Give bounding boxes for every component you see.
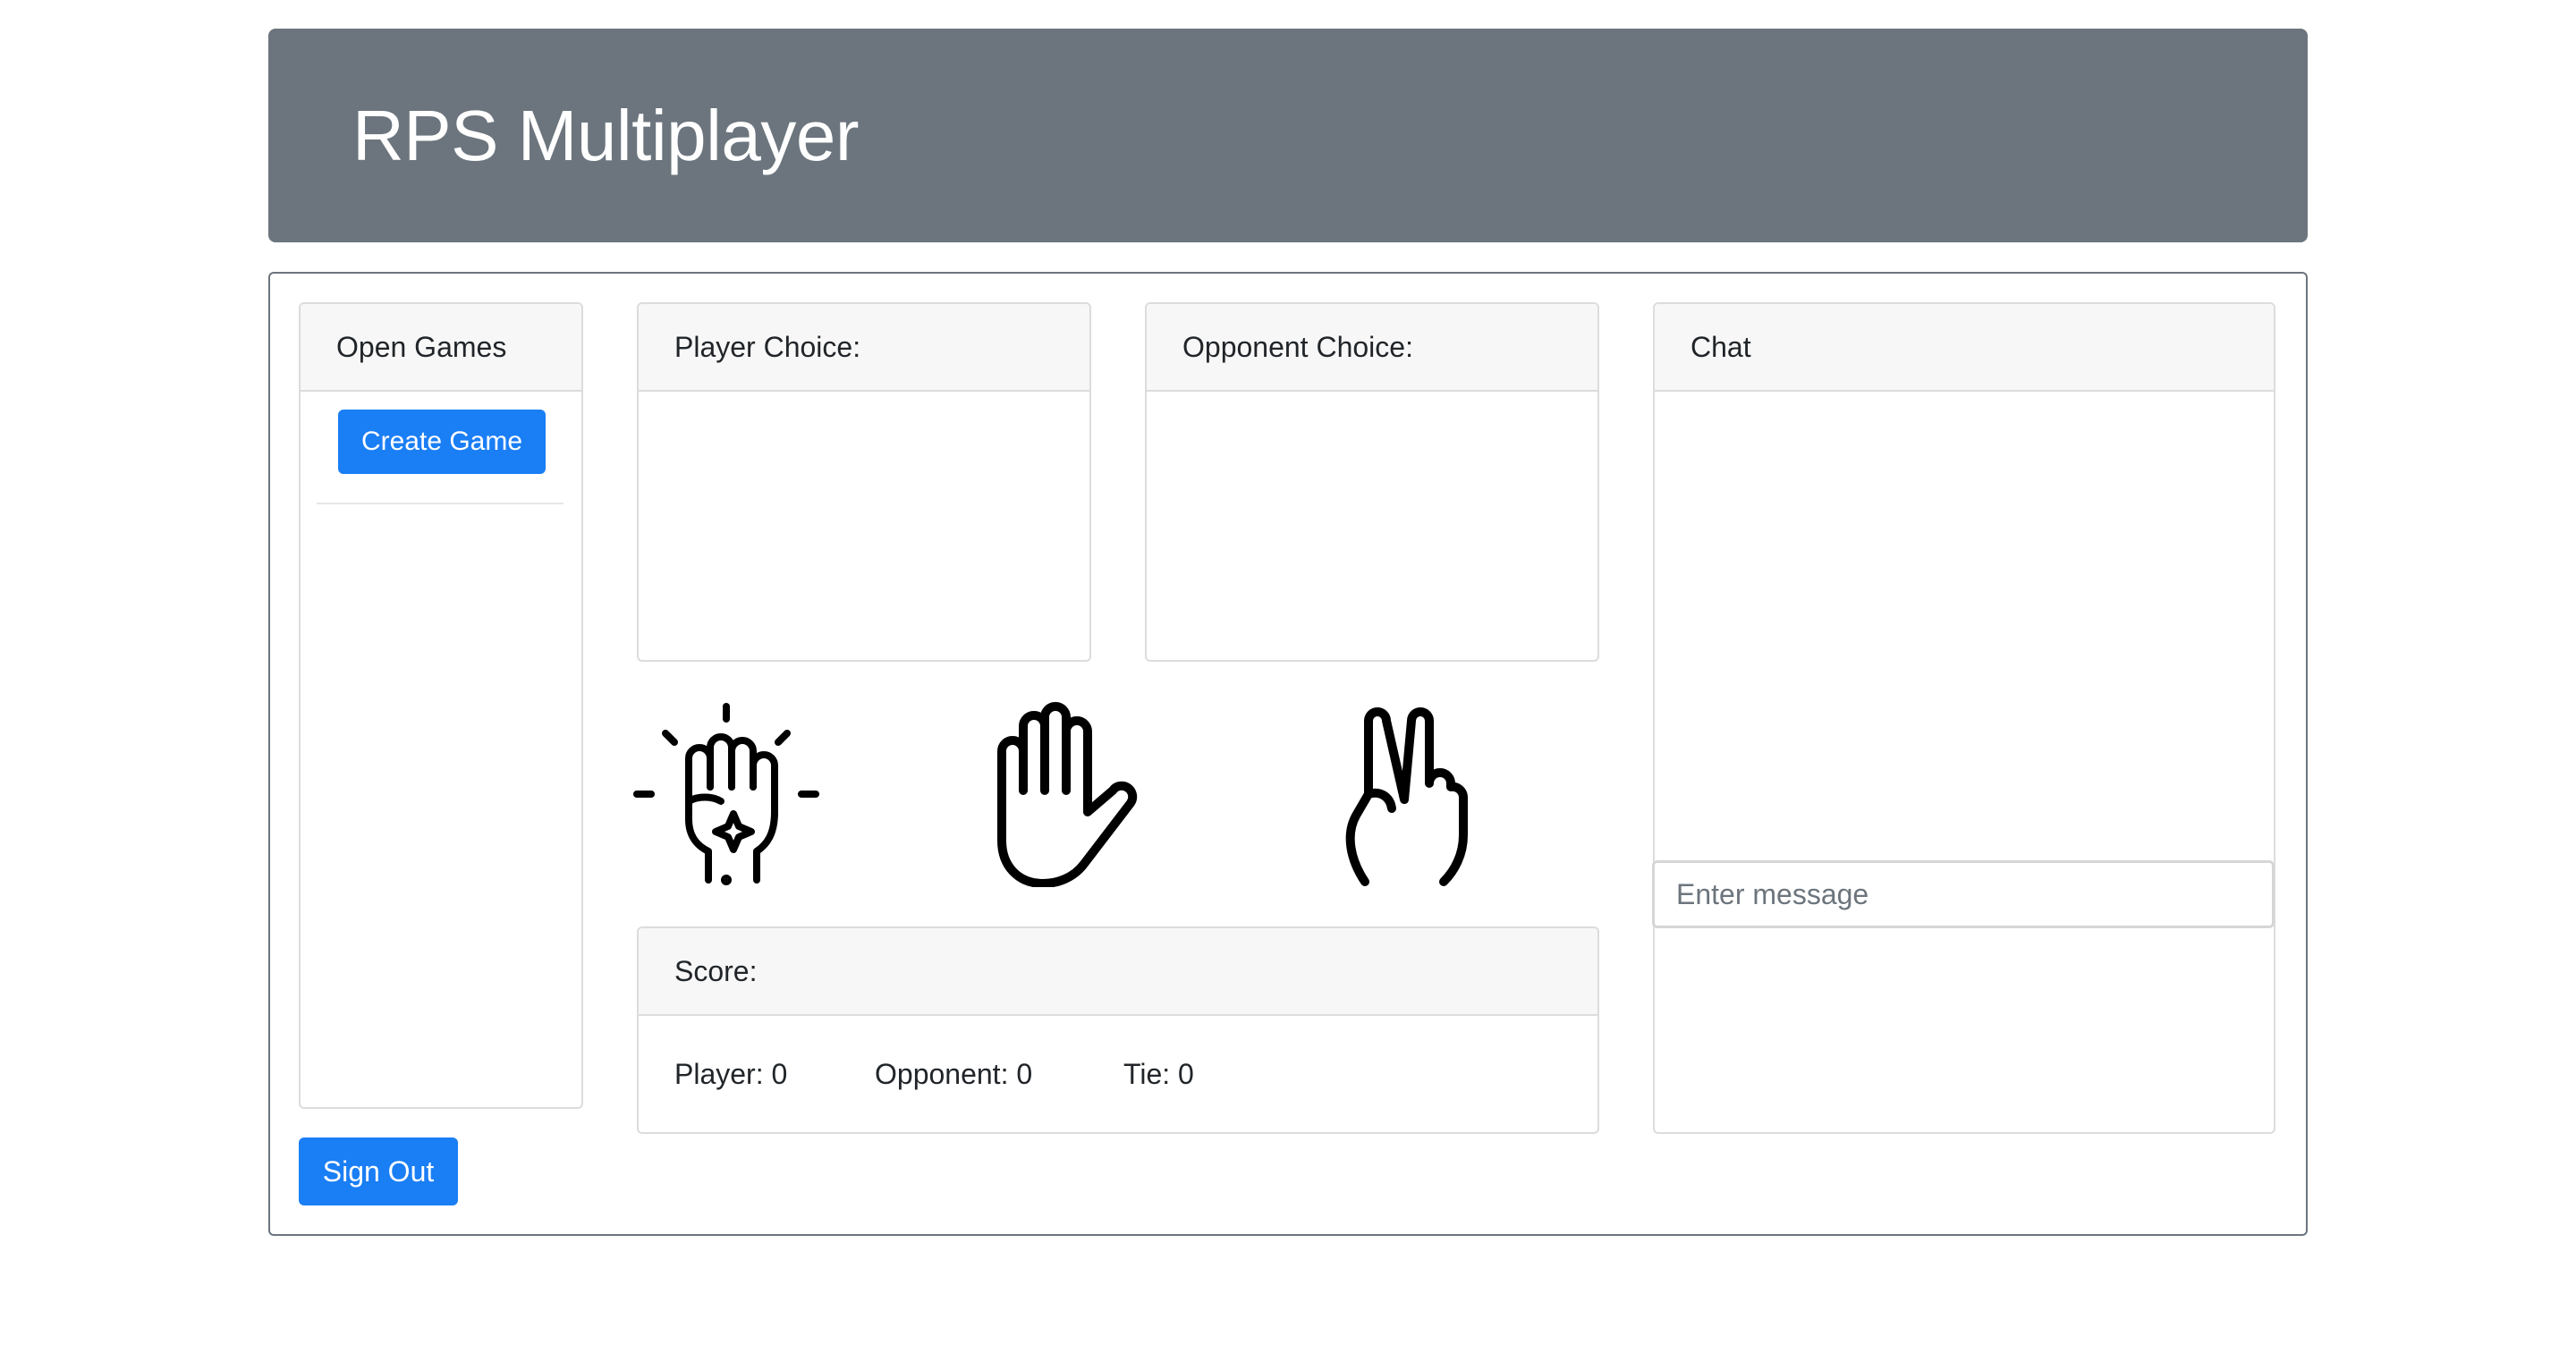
paper-hand-icon[interactable] xyxy=(987,701,1145,888)
rock-fist-icon[interactable] xyxy=(633,701,819,887)
opponent-choice-title: Opponent Choice: xyxy=(1182,330,1413,363)
tie-score: Tie: 0 xyxy=(1123,1057,1194,1090)
open-games-title: Open Games xyxy=(336,330,507,363)
page-title: RPS Multiplayer xyxy=(352,95,860,175)
player-choice-panel: Player Choice: xyxy=(637,302,1091,662)
opponent-choice-panel: Opponent Choice: xyxy=(1145,302,1599,662)
scissors-peace-icon[interactable] xyxy=(1338,701,1474,887)
open-games-header: Open Games xyxy=(301,304,581,392)
score-header: Score: xyxy=(639,928,1597,1016)
score-panel: Score: Player: 0 Opponent: 0 Tie: 0 xyxy=(637,926,1599,1134)
chat-message-input[interactable] xyxy=(1652,860,2275,928)
score-values: Player: 0 Opponent: 0 Tie: 0 xyxy=(639,1016,1597,1132)
opponent-choice-header: Opponent Choice: xyxy=(1147,304,1597,392)
page-header: RPS Multiplayer xyxy=(268,29,2308,242)
chat-panel: Chat xyxy=(1653,302,2275,1134)
sign-out-button[interactable]: Sign Out xyxy=(299,1137,458,1205)
create-game-button[interactable]: Create Game xyxy=(338,410,546,474)
opponent-score: Opponent: 0 xyxy=(875,1057,1033,1090)
chat-title: Chat xyxy=(1690,330,1751,363)
score-title: Score: xyxy=(674,954,758,987)
player-score: Player: 0 xyxy=(674,1057,788,1090)
chat-header: Chat xyxy=(1655,304,2274,392)
player-choice-title: Player Choice: xyxy=(674,330,861,363)
open-games-divider xyxy=(317,503,564,504)
player-choice-header: Player Choice: xyxy=(639,304,1089,392)
